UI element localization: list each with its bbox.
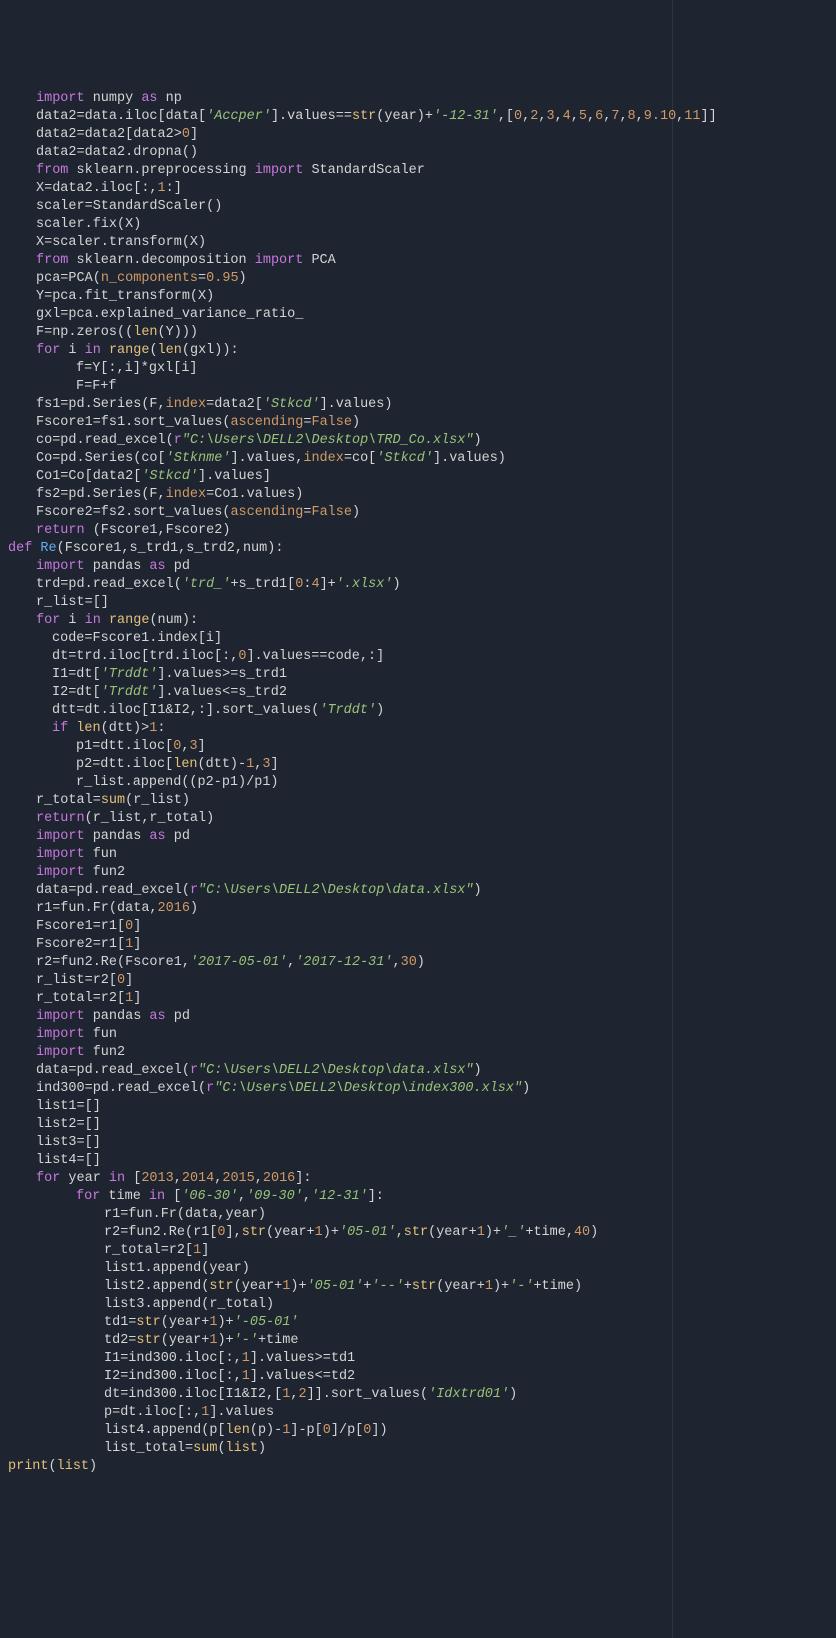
code-line[interactable]: co=pd.read_excel(r"C:\Users\DELL2\Deskto… bbox=[8, 432, 836, 450]
code-line[interactable]: r2=fun2.Re(Fscore1,'2017-05-01','2017-12… bbox=[8, 954, 836, 972]
code-line[interactable]: r_total=r2[1] bbox=[8, 1242, 836, 1260]
code-line[interactable]: list3.append(r_total) bbox=[8, 1296, 836, 1314]
code-line[interactable]: r2=fun2.Re(r1[0],str(year+1)+'05-01',str… bbox=[8, 1224, 836, 1242]
code-line[interactable]: data2=data.iloc[data['Accper'].values==s… bbox=[8, 108, 836, 126]
code-line[interactable]: scaler=StandardScaler() bbox=[8, 198, 836, 216]
code-line[interactable]: for year in [2013,2014,2015,2016]: bbox=[8, 1170, 836, 1188]
code-line[interactable]: ind300=pd.read_excel(r"C:\Users\DELL2\De… bbox=[8, 1080, 836, 1098]
code-line[interactable]: import pandas as pd bbox=[8, 558, 836, 576]
code-line[interactable]: F=F+f bbox=[8, 378, 836, 396]
code-line[interactable]: r_list=r2[0] bbox=[8, 972, 836, 990]
code-line[interactable]: r_total=r2[1] bbox=[8, 990, 836, 1008]
code-line[interactable]: Fscore1=r1[0] bbox=[8, 918, 836, 936]
code-line[interactable]: Fscore2=fs2.sort_values(ascending=False) bbox=[8, 504, 836, 522]
code-line[interactable]: dt=trd.iloc[trd.iloc[:,0].values==code,:… bbox=[8, 648, 836, 666]
code-line[interactable]: list2.append(str(year+1)+'05-01'+'--'+st… bbox=[8, 1278, 836, 1296]
code-line[interactable]: pca=PCA(n_components=0.95) bbox=[8, 270, 836, 288]
code-line[interactable]: import fun2 bbox=[8, 864, 836, 882]
code-line[interactable]: from sklearn.decomposition import PCA bbox=[8, 252, 836, 270]
code-line[interactable]: import pandas as pd bbox=[8, 828, 836, 846]
code-line[interactable]: Co=pd.Series(co['Stknme'].values,index=c… bbox=[8, 450, 836, 468]
code-line[interactable]: return (Fscore1,Fscore2) bbox=[8, 522, 836, 540]
code-editor[interactable]: import numpy as npdata2=data.iloc[data['… bbox=[8, 90, 836, 1476]
code-line[interactable]: list4.append(p[len(p)-1]-p[0]/p[0]) bbox=[8, 1422, 836, 1440]
code-line[interactable]: list1=[] bbox=[8, 1098, 836, 1116]
code-line[interactable]: r1=fun.Fr(data,2016) bbox=[8, 900, 836, 918]
code-line[interactable]: I1=ind300.iloc[:,1].values>=td1 bbox=[8, 1350, 836, 1368]
code-line[interactable]: import numpy as np bbox=[8, 90, 836, 108]
code-line[interactable]: I2=ind300.iloc[:,1].values<=td2 bbox=[8, 1368, 836, 1386]
code-line[interactable]: p2=dtt.iloc[len(dtt)-1,3] bbox=[8, 756, 836, 774]
code-line[interactable]: td1=str(year+1)+'-05-01' bbox=[8, 1314, 836, 1332]
code-line[interactable]: I1=dt['Trddt'].values>=s_trd1 bbox=[8, 666, 836, 684]
code-line[interactable]: p1=dtt.iloc[0,3] bbox=[8, 738, 836, 756]
code-line[interactable]: scaler.fix(X) bbox=[8, 216, 836, 234]
code-line[interactable]: X=data2.iloc[:,1:] bbox=[8, 180, 836, 198]
code-line[interactable]: dt=ind300.iloc[I1&I2,[1,2]].sort_values(… bbox=[8, 1386, 836, 1404]
code-line[interactable]: data2=data2.dropna() bbox=[8, 144, 836, 162]
code-line[interactable]: list2=[] bbox=[8, 1116, 836, 1134]
code-line[interactable]: r_list.append((p2-p1)/p1) bbox=[8, 774, 836, 792]
code-line[interactable]: Co1=Co[data2['Stkcd'].values] bbox=[8, 468, 836, 486]
code-line[interactable]: import pandas as pd bbox=[8, 1008, 836, 1026]
column-ruler bbox=[672, 0, 673, 1638]
code-line[interactable]: I2=dt['Trddt'].values<=s_trd2 bbox=[8, 684, 836, 702]
code-line[interactable]: for i in range(len(gxl)): bbox=[8, 342, 836, 360]
code-line[interactable]: list_total=sum(list) bbox=[8, 1440, 836, 1458]
code-line[interactable]: import fun bbox=[8, 846, 836, 864]
code-line[interactable]: list3=[] bbox=[8, 1134, 836, 1152]
code-line[interactable]: if len(dtt)>1: bbox=[8, 720, 836, 738]
code-line[interactable]: data=pd.read_excel(r"C:\Users\DELL2\Desk… bbox=[8, 882, 836, 900]
code-line[interactable]: F=np.zeros((len(Y))) bbox=[8, 324, 836, 342]
code-line[interactable]: X=scaler.transform(X) bbox=[8, 234, 836, 252]
code-line[interactable]: print(list) bbox=[8, 1458, 836, 1476]
code-line[interactable]: from sklearn.preprocessing import Standa… bbox=[8, 162, 836, 180]
code-line[interactable]: p=dt.iloc[:,1].values bbox=[8, 1404, 836, 1422]
code-line[interactable]: r_total=sum(r_list) bbox=[8, 792, 836, 810]
code-line[interactable]: gxl=pca.explained_variance_ratio_ bbox=[8, 306, 836, 324]
code-line[interactable]: def Re(Fscore1,s_trd1,s_trd2,num): bbox=[8, 540, 836, 558]
code-line[interactable]: code=Fscore1.index[i] bbox=[8, 630, 836, 648]
code-line[interactable]: f=Y[:,i]*gxl[i] bbox=[8, 360, 836, 378]
code-line[interactable]: return(r_list,r_total) bbox=[8, 810, 836, 828]
code-line[interactable]: Y=pca.fit_transform(X) bbox=[8, 288, 836, 306]
code-line[interactable]: for i in range(num): bbox=[8, 612, 836, 630]
code-line[interactable]: dtt=dt.iloc[I1&I2,:].sort_values('Trddt'… bbox=[8, 702, 836, 720]
code-line[interactable]: Fscore1=fs1.sort_values(ascending=False) bbox=[8, 414, 836, 432]
code-line[interactable]: import fun bbox=[8, 1026, 836, 1044]
code-line[interactable]: data2=data2[data2>0] bbox=[8, 126, 836, 144]
code-line[interactable]: fs1=pd.Series(F,index=data2['Stkcd'].val… bbox=[8, 396, 836, 414]
code-line[interactable]: import fun2 bbox=[8, 1044, 836, 1062]
code-line[interactable]: list1.append(year) bbox=[8, 1260, 836, 1278]
code-line[interactable]: td2=str(year+1)+'-'+time bbox=[8, 1332, 836, 1350]
code-line[interactable]: list4=[] bbox=[8, 1152, 836, 1170]
code-line[interactable]: data=pd.read_excel(r"C:\Users\DELL2\Desk… bbox=[8, 1062, 836, 1080]
code-line[interactable]: fs2=pd.Series(F,index=Co1.values) bbox=[8, 486, 836, 504]
code-line[interactable]: Fscore2=r1[1] bbox=[8, 936, 836, 954]
code-line[interactable]: for time in ['06-30','09-30','12-31']: bbox=[8, 1188, 836, 1206]
code-line[interactable]: trd=pd.read_excel('trd_'+s_trd1[0:4]+'.x… bbox=[8, 576, 836, 594]
code-line[interactable]: r1=fun.Fr(data,year) bbox=[8, 1206, 836, 1224]
code-line[interactable]: r_list=[] bbox=[8, 594, 836, 612]
